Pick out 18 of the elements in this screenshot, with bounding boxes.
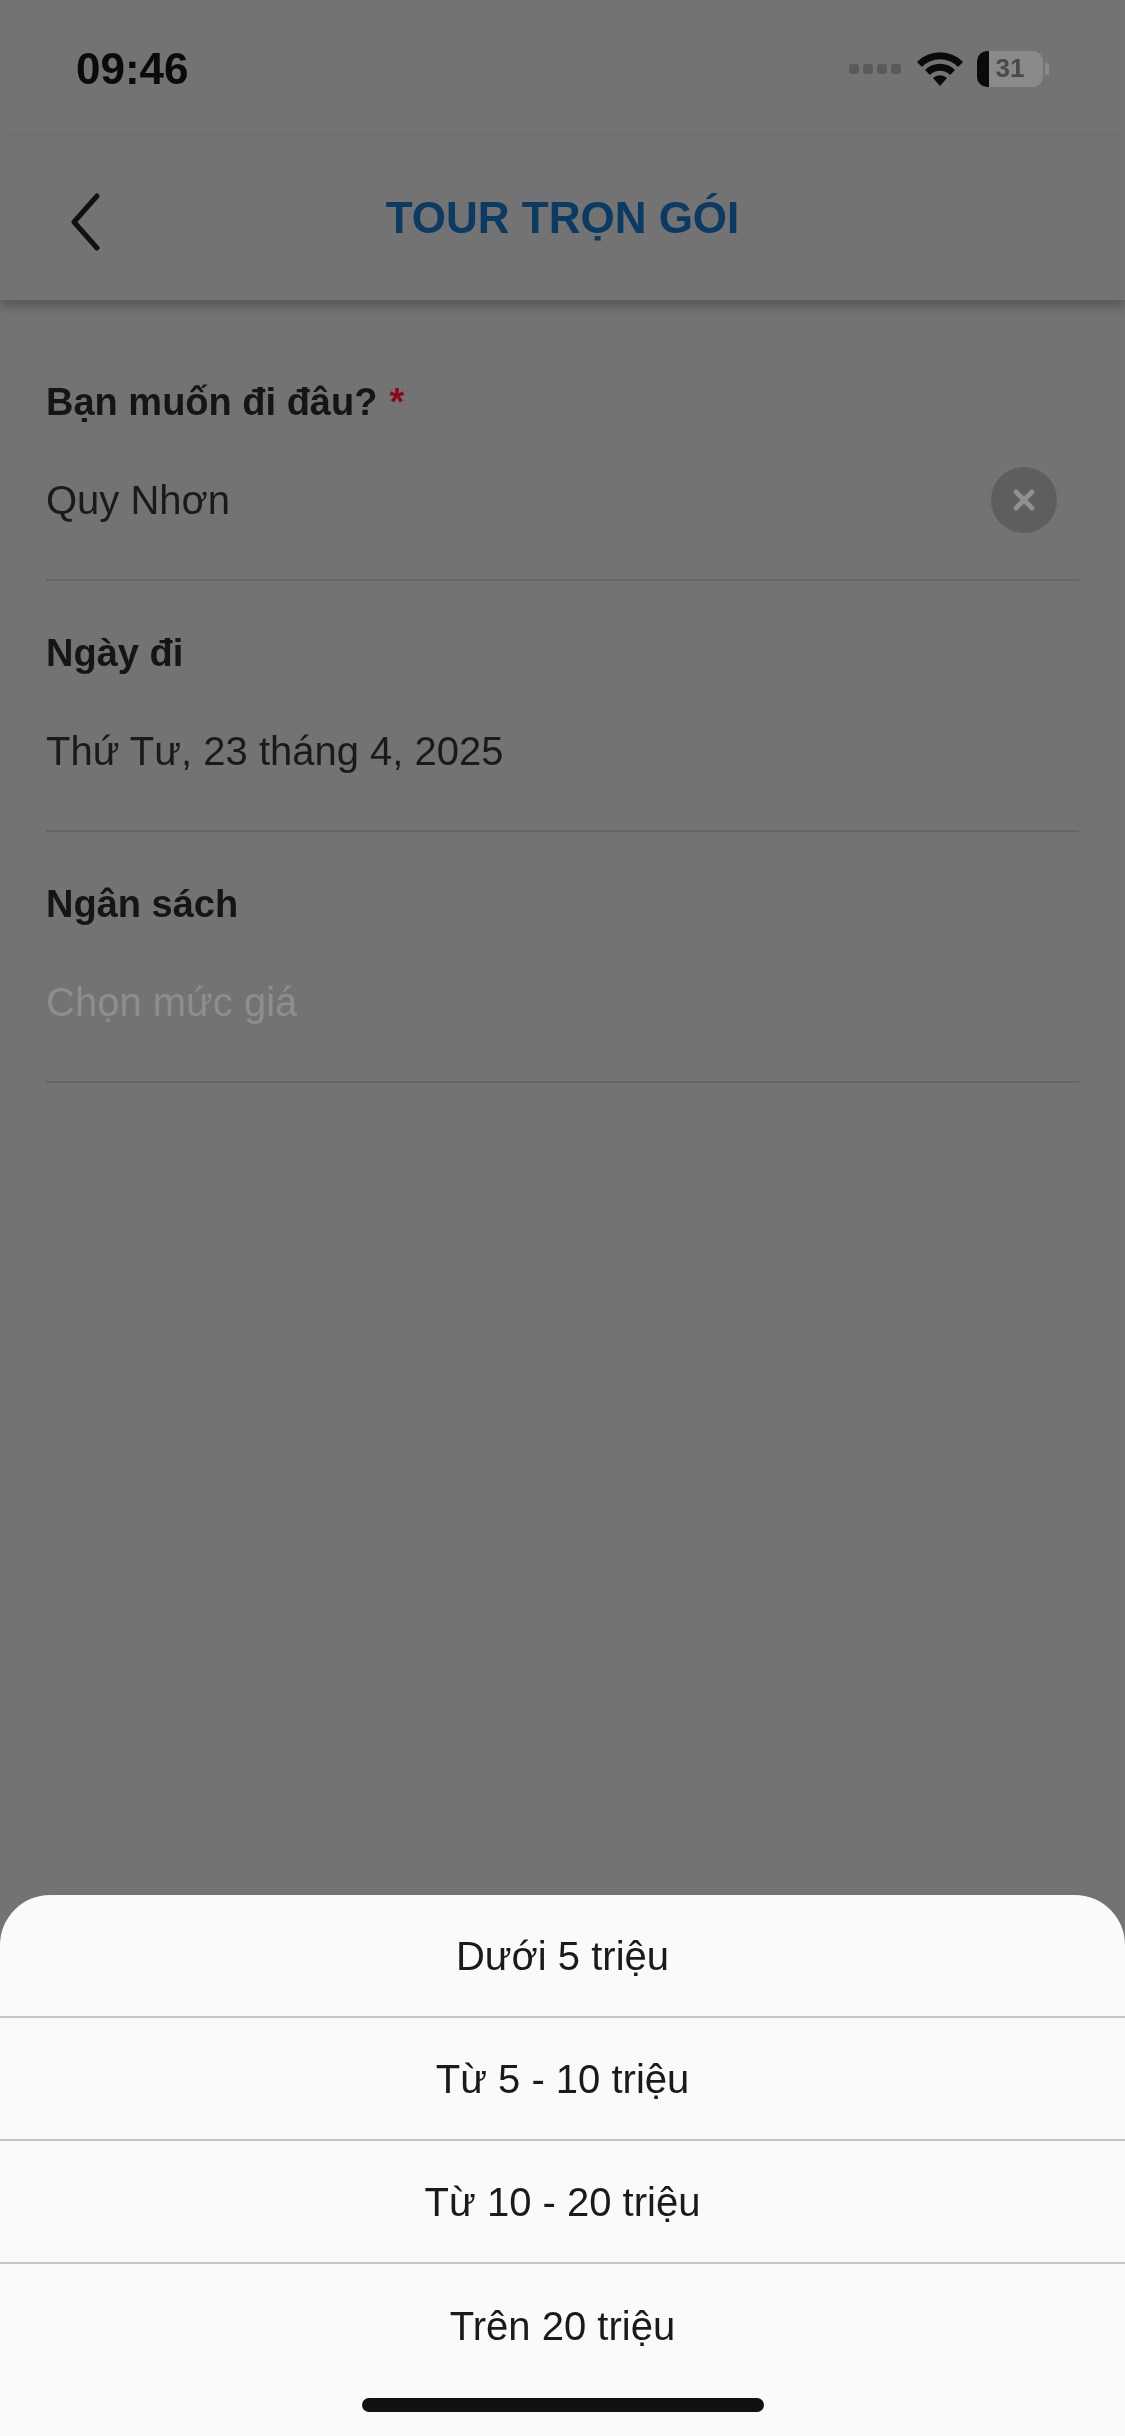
option-item[interactable]: Từ 10 - 20 triệu	[0, 2141, 1125, 2264]
option-item[interactable]: Dưới 5 triệu	[0, 1895, 1125, 2018]
field-value[interactable]: Thứ Tư, 23 tháng 4, 2025	[46, 721, 504, 781]
field-value[interactable]: Quy Nhơn	[46, 470, 231, 530]
field-label: Ngân sách	[46, 882, 239, 927]
field-label: Ngày đi	[46, 631, 184, 676]
page-title: TOUR TRỌN GÓI	[385, 191, 740, 244]
field-label: Bạn muốn đi đâu?	[46, 380, 378, 425]
required-mark: *	[389, 380, 405, 425]
option-item[interactable]: Trên 20 triệu	[0, 2264, 1125, 2387]
battery-fill	[977, 50, 989, 87]
signal-icon	[849, 62, 903, 75]
battery-level: 31	[995, 52, 1025, 85]
option-item[interactable]: Từ 5 - 10 triệu	[0, 2018, 1125, 2141]
status-time: 09:46	[76, 42, 189, 95]
close-icon	[1013, 489, 1035, 511]
back-icon	[70, 193, 100, 251]
wifi-icon	[917, 51, 963, 86]
